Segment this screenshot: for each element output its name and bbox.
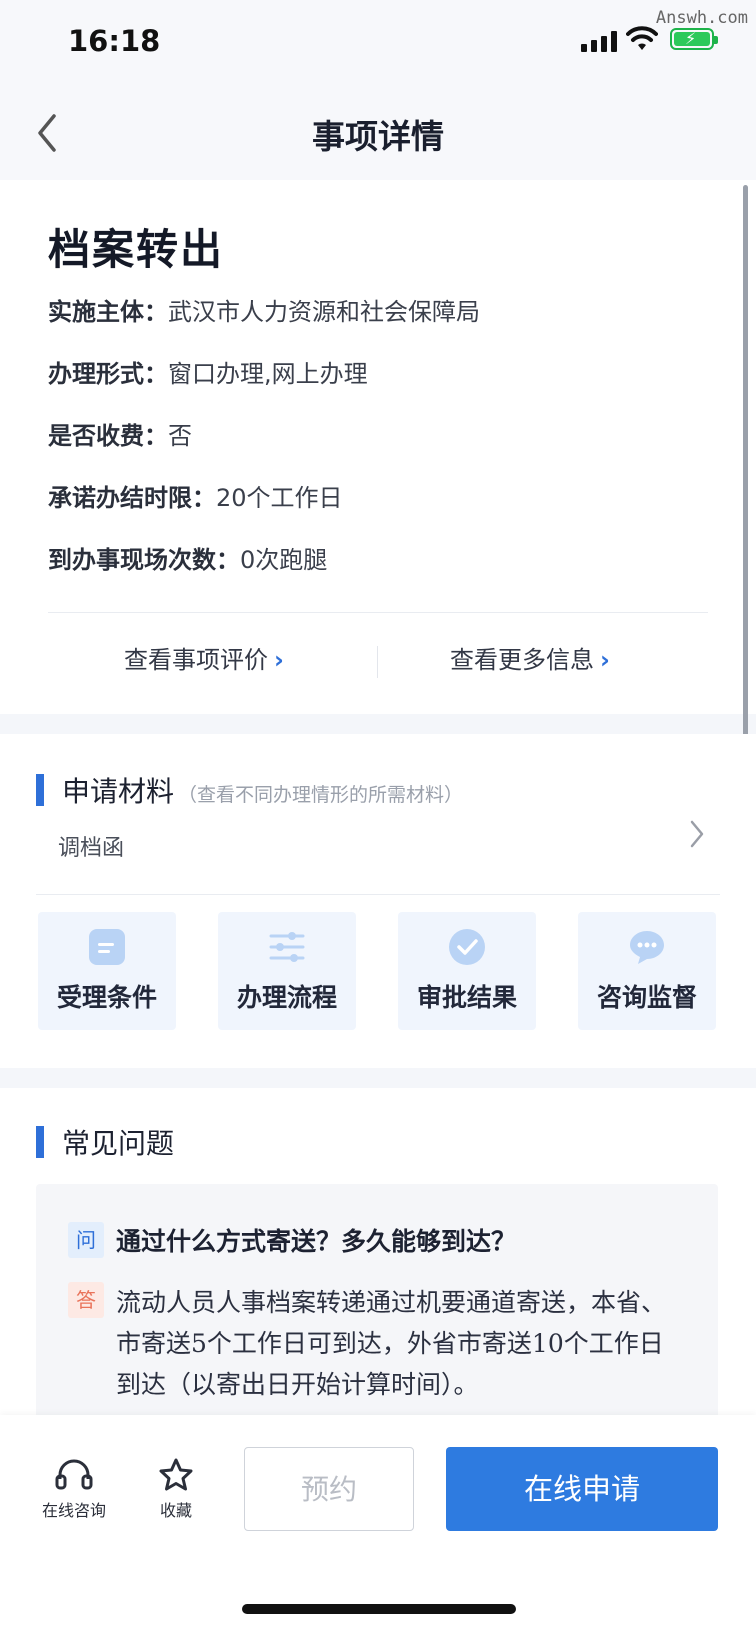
bottom-action-bar: 在线咨询 收藏 预约 在线申请 (0, 1415, 756, 1635)
info-row-visits: 到办事现场次数：0次跑腿 (48, 540, 327, 575)
signal-icon (581, 30, 617, 52)
check-circle-icon (449, 929, 485, 965)
status-time: 16:18 (68, 24, 161, 58)
chat-bubble-icon (630, 931, 664, 964)
reserve-button[interactable]: 预约 (244, 1447, 414, 1531)
info-row-method: 办理形式：窗口办理,网上办理 (48, 354, 368, 389)
divider (36, 894, 720, 895)
faq-section-title: 常见问题 (62, 1127, 175, 1160)
sliders-icon (269, 932, 305, 962)
info-label: 办理形式： (48, 360, 168, 388)
info-value: 武汉市人力资源和社会保障局 (168, 298, 480, 326)
tile-consult-supervise[interactable]: 咨询监督 (578, 912, 716, 1030)
watermark: Answh.com (655, 8, 748, 28)
battery-icon: ⚡ (670, 28, 718, 50)
faq-item[interactable]: 问 通过什么方式寄送？多久能够到达？ 答 流动人员人事档案转递通过机要通道寄送，… (36, 1184, 718, 1424)
info-label: 是否收费： (48, 422, 168, 450)
info-value: 窗口办理,网上办理 (168, 360, 368, 388)
headset-icon (55, 1459, 93, 1490)
favorite-label: 收藏 (159, 1501, 192, 1520)
chevron-right-icon[interactable] (686, 816, 708, 852)
tile-approval-result[interactable]: 审批结果 (398, 912, 536, 1030)
apply-online-button[interactable]: 在线申请 (446, 1447, 718, 1531)
tile-process-flow[interactable]: 办理流程 (218, 912, 356, 1030)
info-label: 承诺办结时限： (48, 484, 216, 512)
online-consult-button[interactable]: 在线咨询 (36, 1457, 112, 1521)
info-row-fee: 是否收费：否 (48, 416, 192, 451)
link-divider (377, 646, 378, 678)
chevron-right-icon: › (274, 646, 284, 674)
materials-hint[interactable]: （查看不同办理情形的所需材料） (178, 784, 463, 806)
section-accent-bar (36, 774, 44, 806)
star-icon (159, 1458, 193, 1491)
item-detail-card: 档案转出 实施主体：武汉市人力资源和社会保障局 办理形式：窗口办理,网上办理 是… (0, 180, 756, 714)
view-more-info-link[interactable]: 查看更多信息 › (450, 640, 610, 675)
wifi-icon (626, 26, 658, 50)
tile-label: 咨询监督 (596, 983, 697, 1012)
chevron-right-icon: › (600, 646, 610, 674)
favorite-button[interactable]: 收藏 (152, 1457, 200, 1521)
tile-label: 办理流程 (236, 983, 337, 1012)
home-indicator[interactable] (242, 1604, 516, 1614)
section-accent-bar (36, 1126, 44, 1158)
tile-label: 受理条件 (56, 983, 157, 1012)
materials-card: 申请材料（查看不同办理情形的所需材料） 调档函 受理条件 办理流程 审批结果 (0, 734, 756, 1068)
question-badge: 问 (68, 1222, 104, 1258)
tile-acceptance-conditions[interactable]: 受理条件 (38, 912, 176, 1030)
material-item[interactable]: 调档函 (58, 830, 124, 862)
materials-title: 申请材料 (62, 775, 175, 808)
page-title: 事项详情 (312, 117, 444, 156)
online-consult-label: 在线咨询 (41, 1501, 106, 1520)
info-value: 0次跑腿 (240, 546, 328, 574)
item-title: 档案转出 (48, 225, 225, 274)
nav-bar: 事项详情 (0, 88, 756, 180)
faq-answer: 流动人员人事档案转递通过机要通道寄送，本省、市寄送5个工作日可到达，外省市寄送1… (116, 1288, 667, 1399)
view-more-info-label: 查看更多信息 (450, 646, 594, 674)
view-evaluation-link[interactable]: 查看事项评价 › (124, 640, 284, 675)
faq-card: 常见问题 问 通过什么方式寄送？多久能够到达？ 答 流动人员人事档案转递通过机要… (0, 1088, 756, 1424)
answer-badge: 答 (68, 1282, 104, 1318)
info-label: 到办事现场次数： (48, 546, 240, 574)
divider (48, 612, 708, 613)
info-label: 实施主体： (48, 298, 168, 326)
materials-section-title: 申请材料 （查看不同办理情形的所需材料） (62, 770, 463, 810)
view-evaluation-label: 查看事项评价 (124, 646, 268, 674)
info-row-agency: 实施主体：武汉市人力资源和社会保障局 (48, 292, 480, 327)
status-bar: 16:18 Answh.com ⚡ (0, 0, 756, 88)
info-value: 20个工作日 (216, 484, 343, 512)
info-row-time-limit: 承诺办结时限：20个工作日 (48, 478, 343, 513)
faq-question: 通过什么方式寄送？多久能够到达？ (116, 1227, 517, 1256)
tile-label: 审批结果 (416, 983, 517, 1012)
document-icon (89, 929, 125, 965)
info-value: 否 (168, 422, 192, 450)
